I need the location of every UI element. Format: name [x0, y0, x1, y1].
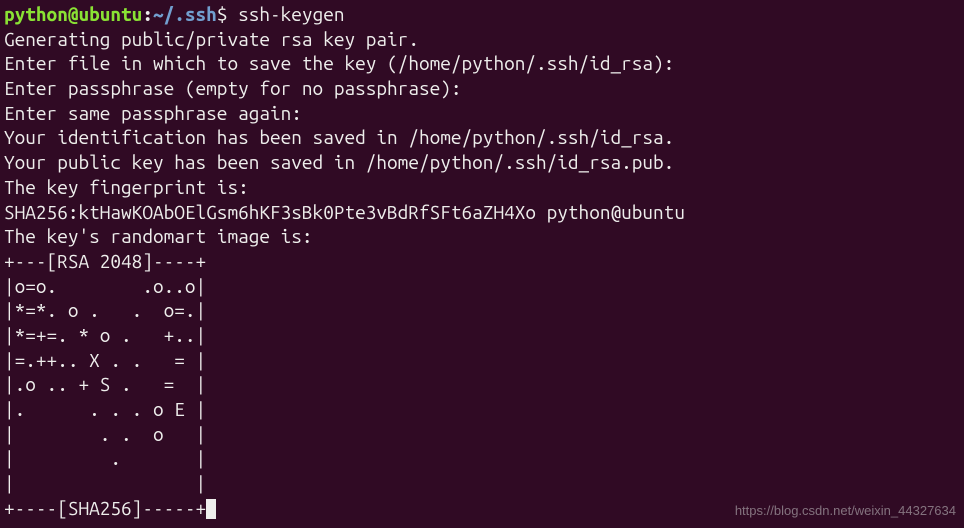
randomart-line: | . . o |	[4, 423, 206, 445]
prompt-separator: :	[142, 3, 153, 25]
terminal-cursor	[206, 499, 216, 519]
randomart-line: |o=o. .o..o|	[4, 275, 206, 297]
randomart-line: +---[RSA 2048]----+	[4, 250, 206, 272]
prompt-user-host: python@ubuntu	[4, 3, 142, 25]
output-line: Enter file in which to save the key (/ho…	[4, 52, 674, 74]
output-line: Generating public/private rsa key pair.	[4, 28, 419, 50]
watermark-text: https://blog.csdn.net/weixin_44327634	[735, 503, 956, 520]
randomart-line: |. . . . o E |	[4, 398, 206, 420]
output-line: Enter same passphrase again:	[4, 102, 302, 124]
prompt-line: python@ubuntu:~/.ssh$ ssh-keygen	[4, 3, 345, 25]
output-line: Enter passphrase (empty for no passphras…	[4, 77, 462, 99]
randomart-line: |.o .. + S . = |	[4, 373, 206, 395]
terminal-output[interactable]: python@ubuntu:~/.ssh$ ssh-keygen Generat…	[4, 2, 960, 520]
output-line: The key's randomart image is:	[4, 225, 313, 247]
randomart-line: | |	[4, 472, 206, 494]
command-text: ssh-keygen	[238, 3, 344, 25]
randomart-line: +----[SHA256]-----+	[4, 497, 206, 519]
prompt-path: ~/.ssh	[153, 3, 217, 25]
output-line: Your identification has been saved in /h…	[4, 126, 674, 148]
randomart-line: |=.++.. X . . = |	[4, 349, 206, 371]
randomart-line: |*=*. o . . o=.|	[4, 299, 206, 321]
randomart-line: | . |	[4, 447, 206, 469]
output-line: SHA256:ktHawKOAbOElGsm6hKF3sBk0Pte3vBdRf…	[4, 201, 685, 223]
output-line: Your public key has been saved in /home/…	[4, 151, 674, 173]
prompt-symbol: $	[217, 3, 228, 25]
randomart-line: |*=+=. * o . +..|	[4, 324, 206, 346]
output-line: The key fingerprint is:	[4, 176, 249, 198]
